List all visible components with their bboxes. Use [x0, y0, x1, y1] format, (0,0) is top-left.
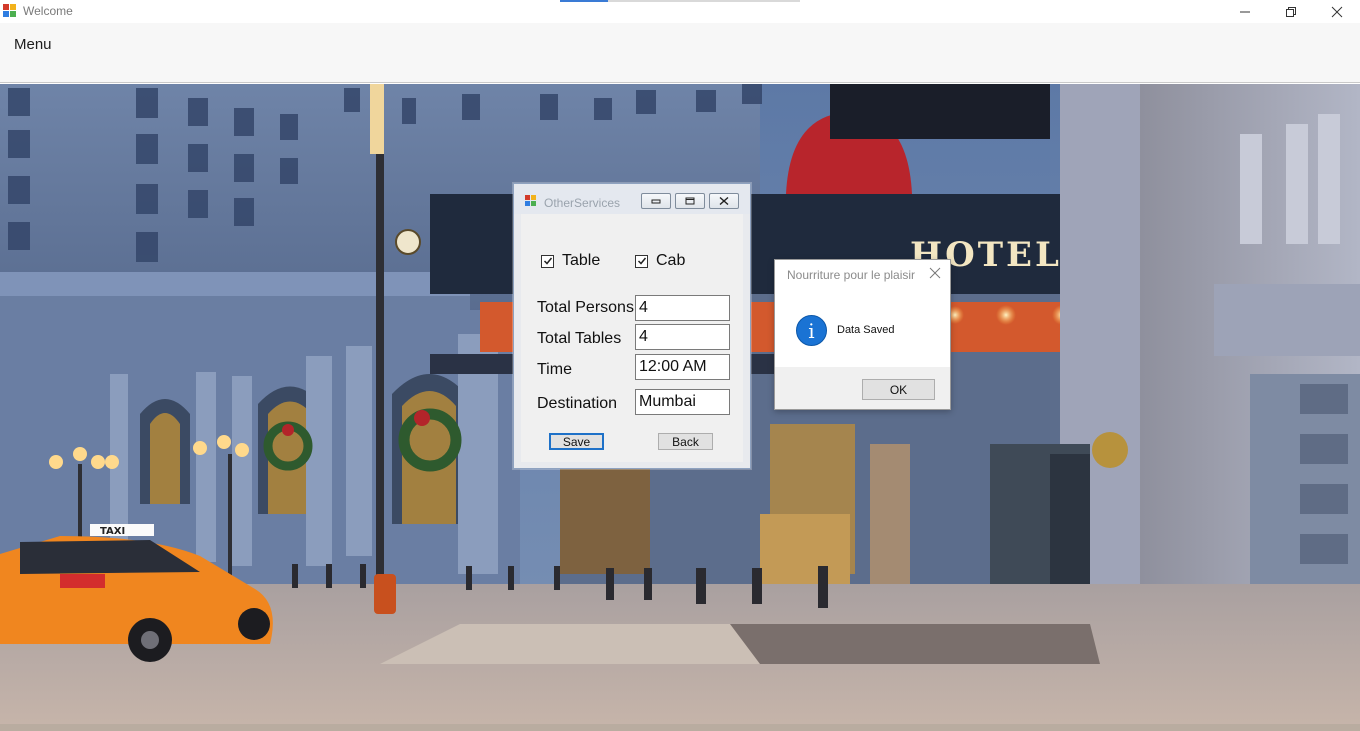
other-services-client: Table Cab Total Persons Total Tables Tim…: [521, 214, 743, 462]
message-box-footer: OK: [775, 367, 950, 409]
dialog-close-button[interactable]: [709, 193, 739, 209]
dialog-maximize-button[interactable]: [675, 193, 705, 209]
checkbox-box: [541, 254, 554, 268]
message-box: Nourriture pour le plaisir i Data Saved …: [774, 259, 951, 410]
table-checkbox[interactable]: Table: [541, 252, 600, 270]
total-persons-label: Total Persons: [537, 299, 634, 316]
other-services-titlebar[interactable]: OtherServices: [514, 184, 750, 214]
main-window-titlebar: Welcome: [0, 0, 1360, 23]
message-box-text: Data Saved: [837, 324, 895, 336]
taxi-sign-text: TAXI: [100, 526, 125, 537]
back-button[interactable]: Back: [658, 433, 713, 450]
dialog-minimize-button[interactable]: [641, 193, 671, 209]
destination-field[interactable]: [635, 389, 730, 415]
minimize-icon: [1240, 11, 1250, 12]
other-services-window: OtherServices Table Cab Total Persons T: [513, 183, 751, 469]
minimize-icon: [651, 199, 661, 204]
taskbar-indicator: [560, 0, 800, 2]
cab-checkbox[interactable]: Cab: [635, 252, 685, 270]
close-icon[interactable]: [929, 267, 941, 279]
app-icon: [3, 4, 16, 17]
message-box-title: Nourriture pour le plaisir: [787, 268, 916, 282]
check-icon: [637, 257, 646, 265]
time-field[interactable]: [635, 354, 730, 380]
total-persons-field[interactable]: [635, 295, 730, 321]
total-tables-label: Total Tables: [537, 330, 622, 347]
restore-button[interactable]: [1268, 0, 1314, 23]
close-button[interactable]: [1314, 0, 1360, 23]
app-icon: [525, 195, 536, 206]
other-services-title: OtherServices: [544, 196, 621, 210]
checkbox-box: [635, 254, 648, 268]
table-checkbox-label: Table: [562, 252, 601, 269]
time-label: Time: [537, 361, 572, 378]
destination-label: Destination: [537, 395, 618, 412]
restore-icon: [1286, 6, 1296, 17]
maximize-icon: [685, 197, 695, 205]
menu-strip: Menu: [0, 23, 1360, 83]
save-button[interactable]: Save: [549, 433, 604, 450]
close-icon: [1331, 6, 1343, 17]
window-title: Welcome: [23, 4, 73, 18]
total-tables-field[interactable]: [635, 324, 730, 350]
cab-checkbox-label: Cab: [656, 252, 686, 269]
menu-item-menu[interactable]: Menu: [14, 36, 52, 53]
minimize-button[interactable]: [1222, 0, 1268, 23]
check-icon: [543, 257, 552, 265]
info-icon: i: [796, 315, 827, 346]
close-icon: [719, 197, 729, 205]
ok-button[interactable]: OK: [862, 379, 935, 400]
